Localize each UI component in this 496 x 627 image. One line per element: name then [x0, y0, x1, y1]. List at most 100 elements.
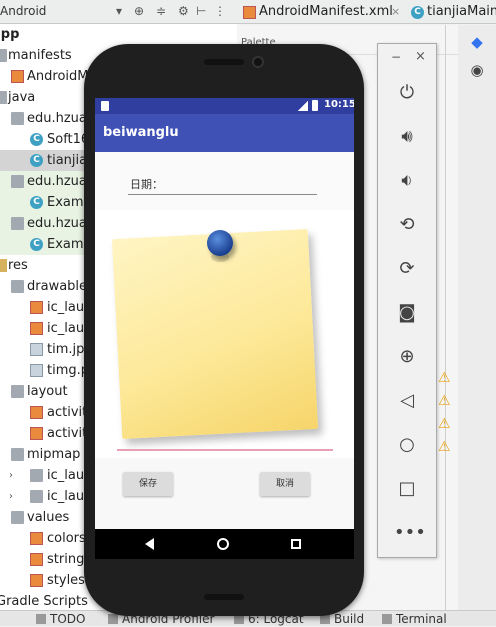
class-icon: C [411, 6, 424, 19]
overview-icon[interactable]: □ [394, 476, 420, 502]
tree-item-label: layout [27, 384, 68, 399]
volume-down-icon[interactable]: 🔉︎ [394, 168, 420, 194]
back-icon[interactable]: ◁ [394, 388, 420, 414]
todo-tab[interactable]: TODO [36, 611, 85, 627]
hide-icon[interactable]: ⊢ [196, 4, 206, 18]
android-nav-bar [95, 529, 354, 559]
xml-file-icon [30, 532, 43, 545]
tab-android-manifest[interactable]: AndroidManifest.xml × [239, 0, 400, 24]
tree-item-label: manifests [8, 48, 72, 63]
manifest-icon [243, 6, 256, 19]
zoom-icon[interactable]: ⊕ [394, 344, 420, 370]
save-button[interactable]: 保存 [123, 472, 173, 496]
emulator-device-frame: 10:15 beiwanglu 日期： 保存 取消 [84, 44, 364, 616]
package-icon [11, 112, 24, 125]
folder-icon [11, 511, 24, 524]
layers-icon[interactable]: ◆ [466, 33, 488, 55]
project-view-selector[interactable]: Android [0, 4, 46, 18]
class-icon: C [30, 133, 43, 146]
folder-icon [11, 385, 24, 398]
folder-icon [0, 49, 7, 62]
tree-row[interactable]: app [0, 24, 237, 45]
date-input[interactable] [128, 194, 317, 195]
power-icon[interactable]: ⏻ [394, 80, 420, 106]
gear-icon[interactable]: ⚙ [178, 4, 189, 18]
front-camera [252, 56, 264, 68]
terminal-tab[interactable]: Terminal [382, 611, 447, 627]
res-folder-icon [0, 259, 7, 272]
speaker [204, 594, 244, 600]
collapse-icon[interactable]: ≑ [156, 4, 166, 18]
xml-file-icon [30, 553, 43, 566]
manifest-icon [11, 70, 24, 83]
eye-icon[interactable]: ◉ [466, 61, 488, 83]
terminal-icon [382, 614, 392, 624]
tree-item-label: mipmap [27, 447, 81, 462]
attributes-strip: ◆ ◉ [458, 25, 496, 610]
warning-icon[interactable]: ⚠ [438, 394, 452, 408]
minimize-button[interactable]: − [391, 50, 401, 64]
class-icon: C [30, 238, 43, 251]
folder-icon [30, 469, 43, 482]
tree-item-label: values [27, 510, 70, 525]
back-nav-icon[interactable] [145, 538, 154, 550]
folder-icon [0, 91, 7, 104]
editor-tabs: AndroidManifest.xml × C tianjiaMain [237, 0, 496, 24]
chevron-right-icon[interactable]: › [9, 465, 13, 486]
xml-file-icon [30, 406, 43, 419]
memo-image-area [95, 210, 354, 458]
warning-icon[interactable]: ⚠ [438, 417, 452, 431]
more-icon[interactable]: ••• [394, 520, 426, 546]
chevron-down-icon[interactable]: ▾ [116, 4, 122, 18]
close-button[interactable]: × [415, 49, 426, 64]
app-toolbar: beiwanglu [95, 114, 354, 152]
earpiece [204, 59, 244, 65]
app-title: beiwanglu [103, 125, 179, 140]
more-icon[interactable]: ⋮ [214, 4, 226, 18]
android-status-bar: 10:15 [95, 98, 354, 114]
target-icon[interactable]: ⊕ [134, 4, 144, 18]
device-screen[interactable]: 10:15 beiwanglu 日期： 保存 取消 [95, 98, 354, 559]
image-file-icon [30, 343, 43, 356]
tree-item-label: java [8, 90, 36, 105]
tab-label: AndroidManifest.xml [259, 4, 393, 19]
folder-icon [11, 448, 24, 461]
tree-item-label: Gradle Scripts [0, 594, 88, 609]
home-nav-icon[interactable] [217, 538, 229, 550]
xml-file-icon [30, 427, 43, 440]
volume-up-icon[interactable]: 🔊︎ [394, 124, 420, 150]
divider [445, 25, 446, 610]
todo-label: TODO [50, 612, 86, 626]
folder-icon [11, 280, 24, 293]
emulator-control-panel: − × ⏻ 🔊︎ 🔉︎ ⟲ ⟳ ◙ ⊕ ◁ ○ □ ••• [377, 43, 437, 558]
build-label: Build [334, 612, 365, 626]
android-studio-window: Android ▾ ⊕ ≑ ⚙ ⊢ ⋮ app manifests Androi… [0, 0, 496, 626]
todo-icon [36, 614, 46, 624]
warning-icon[interactable]: ⚠ [438, 440, 452, 454]
package-icon [11, 217, 24, 230]
image-file-icon [30, 364, 43, 377]
xml-file-icon [30, 574, 43, 587]
battery-icon [312, 100, 318, 111]
tree-item-label: drawable [27, 279, 88, 294]
cancel-button[interactable]: 取消 [260, 472, 310, 496]
close-icon[interactable]: × [391, 0, 400, 24]
xml-file-icon [30, 322, 43, 335]
button-row: 保存 取消 [95, 458, 354, 529]
home-icon[interactable]: ○ [394, 432, 420, 458]
activity-content: 日期： 保存 取消 [95, 152, 354, 529]
overview-nav-icon[interactable] [291, 539, 301, 549]
date-label: 日期： [130, 178, 163, 191]
profiler-icon [108, 614, 118, 624]
text-input-underline[interactable] [117, 449, 333, 451]
screenshot-icon[interactable]: ◙ [394, 300, 420, 326]
folder-icon [30, 490, 43, 503]
tab-tianjia-main[interactable]: C tianjiaMain [407, 0, 496, 24]
chevron-right-icon[interactable]: › [9, 486, 13, 507]
warning-icon[interactable]: ⚠ [438, 371, 452, 385]
class-icon: C [30, 196, 43, 209]
rotate-right-icon[interactable]: ⟳ [394, 256, 420, 282]
rotate-left-icon[interactable]: ⟲ [394, 212, 420, 238]
package-icon [11, 175, 24, 188]
push-pin-icon [207, 230, 233, 256]
